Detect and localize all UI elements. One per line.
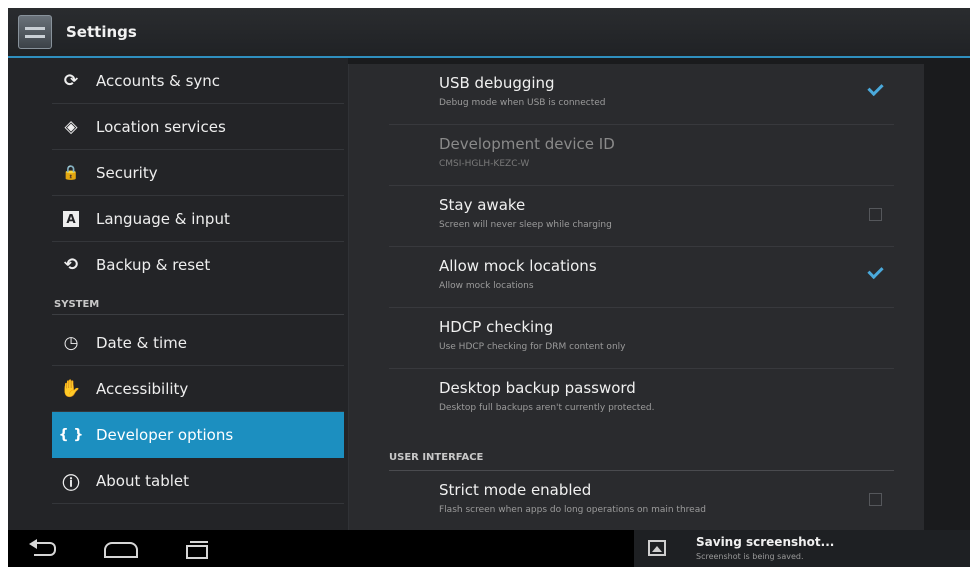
sidebar-item-security[interactable]: 🔒 Security xyxy=(52,150,344,196)
sidebar-item-label: Developer options xyxy=(96,426,234,444)
pref-title: Stay awake xyxy=(439,196,526,214)
pref-title: USB debugging xyxy=(439,74,555,92)
back-icon[interactable] xyxy=(24,536,64,562)
pref-summary: Allow mock locations xyxy=(439,281,534,291)
sidebar-item-label: Location services xyxy=(96,118,226,136)
sidebar-item-label: Language & input xyxy=(96,210,230,228)
pref-strict-mode-enabled[interactable]: Strict mode enabled Flash screen when ap… xyxy=(389,471,894,532)
image-icon xyxy=(648,540,666,556)
lock-icon: 🔒 xyxy=(62,165,80,181)
notification-text: Screenshot is being saved. xyxy=(696,552,804,561)
pref-summary: CMSI-HGLH-KEZC-W xyxy=(439,159,530,169)
pref-summary: Debug mode when USB is connected xyxy=(439,98,606,108)
sidebar-item-label: Security xyxy=(96,164,158,182)
settings-app-icon[interactable] xyxy=(18,15,52,49)
pref-title: Allow mock locations xyxy=(439,257,597,275)
sidebar-item-backup-reset[interactable]: ⟲ Backup & reset xyxy=(52,242,344,288)
pref-summary: Desktop full backups aren't currently pr… xyxy=(439,403,655,413)
info-icon: ⓘ xyxy=(62,473,80,494)
sidebar-item-label: Date & time xyxy=(96,334,187,352)
sidebar-item-label: Accessibility xyxy=(96,380,189,398)
hand-icon: ✋ xyxy=(60,379,82,399)
sidebar-item-location-services[interactable]: ◈ Location services xyxy=(52,104,344,150)
strict-mode-checkbox[interactable] xyxy=(869,493,882,506)
pref-desktop-backup-password[interactable]: Desktop backup password Desktop full bac… xyxy=(389,369,894,430)
pref-title: Strict mode enabled xyxy=(439,481,592,499)
pref-stay-awake[interactable]: Stay awake Screen will never sleep while… xyxy=(389,186,894,247)
home-icon[interactable] xyxy=(100,536,140,562)
action-bar: Settings xyxy=(8,8,970,58)
settings-headers-list: ⟳ Accounts & sync ◈ Location services 🔒 … xyxy=(8,58,348,530)
clock-icon: ◷ xyxy=(63,333,79,353)
tablet-screen: Settings ⟳ Accounts & sync ◈ Location se… xyxy=(8,8,970,567)
sidebar-item-accessibility[interactable]: ✋ Accessibility xyxy=(52,366,344,412)
pref-title: Development device ID xyxy=(439,135,615,153)
sync-icon: ⟳ xyxy=(63,71,79,91)
sidebar-item-accounts-sync[interactable]: ⟳ Accounts & sync xyxy=(52,58,344,104)
stay-awake-checkbox[interactable] xyxy=(869,208,882,221)
keyboard-icon: A xyxy=(63,211,79,227)
pref-summary: Screen will never sleep while charging xyxy=(439,220,612,230)
pref-summary: Flash screen when apps do long operation… xyxy=(439,505,706,515)
braces-icon: { } xyxy=(58,427,84,443)
pref-title: HDCP checking xyxy=(439,318,554,336)
sidebar-item-label: Backup & reset xyxy=(96,256,211,274)
location-icon: ◈ xyxy=(64,117,78,137)
notification-title: Saving screenshot... xyxy=(696,535,835,549)
sidebar-item-about-tablet[interactable]: ⓘ About tablet xyxy=(52,458,344,504)
pref-development-device-id: Development device ID CMSI-HGLH-KEZC-W xyxy=(389,125,894,186)
recent-apps-icon[interactable] xyxy=(176,536,216,562)
pref-hdcp-checking[interactable]: HDCP checking Use HDCP checking for DRM … xyxy=(389,308,894,369)
section-header-user-interface: USER INTERFACE xyxy=(389,448,894,471)
pref-title: Desktop backup password xyxy=(439,379,636,397)
sidebar-item-label: Accounts & sync xyxy=(96,72,221,90)
pref-summary: Use HDCP checking for DRM content only xyxy=(439,342,626,352)
system-navigation-bar: Saving screenshot... Screenshot is being… xyxy=(8,530,970,567)
sidebar-item-label: About tablet xyxy=(96,472,189,490)
app-title: Settings xyxy=(66,23,137,41)
allow-mock-locations-checkbox[interactable] xyxy=(868,266,882,280)
backup-icon: ⟲ xyxy=(63,255,79,275)
sidebar-item-date-time[interactable]: ◷ Date & time xyxy=(52,320,344,366)
sidebar-item-language-input[interactable]: A Language & input xyxy=(52,196,344,242)
developer-options-pane: USB debugging Debug mode when USB is con… xyxy=(348,64,924,530)
pref-usb-debugging[interactable]: USB debugging Debug mode when USB is con… xyxy=(389,64,894,125)
usb-debugging-checkbox[interactable] xyxy=(868,83,882,97)
section-header-system: SYSTEM xyxy=(52,295,344,315)
screenshot-notification[interactable]: Saving screenshot... Screenshot is being… xyxy=(634,530,970,567)
sidebar-item-developer-options[interactable]: { } Developer options xyxy=(52,412,344,458)
pref-allow-mock-locations[interactable]: Allow mock locations Allow mock location… xyxy=(389,247,894,308)
